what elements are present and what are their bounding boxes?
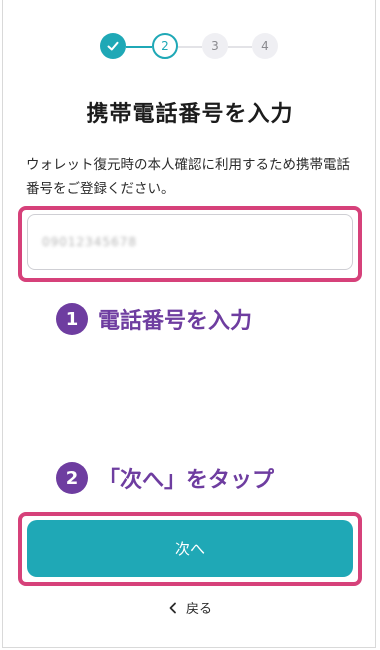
back-label: 戻る [185, 602, 212, 617]
annotation-number-badge: 1 [56, 303, 88, 335]
step-1-completed [100, 33, 126, 59]
checkmark-icon [107, 41, 119, 51]
step-connector [126, 46, 152, 48]
description-text: ウォレット復元時の本人確認に利用するため携帯電話番号をご登録ください。 [26, 157, 350, 197]
chevron-left-icon [169, 602, 176, 613]
phone-number-input[interactable]: 09012345678 [27, 214, 353, 270]
step-3: 3 [202, 33, 228, 59]
back-link[interactable]: 戻る [0, 598, 380, 617]
annotation-text: 「次へ」をタップ [98, 468, 275, 493]
progress-stepper: 2 3 4 [100, 33, 280, 61]
step-connector [178, 46, 202, 48]
annotation-step-1: 1 電話番号を入力 [56, 303, 252, 335]
next-button[interactable]: 次へ [27, 520, 353, 577]
phone-number-value: 09012345678 [42, 235, 137, 249]
annotation-text: 電話番号を入力 [98, 309, 253, 334]
step-4: 4 [252, 33, 278, 59]
annotation-number-badge: 2 [56, 462, 88, 494]
annotation-step-2: 2 「次へ」をタップ [56, 462, 274, 494]
step-connector [228, 46, 252, 48]
step-2-current: 2 [152, 33, 178, 59]
page-title: 携帯電話番号を入力 [86, 102, 294, 127]
